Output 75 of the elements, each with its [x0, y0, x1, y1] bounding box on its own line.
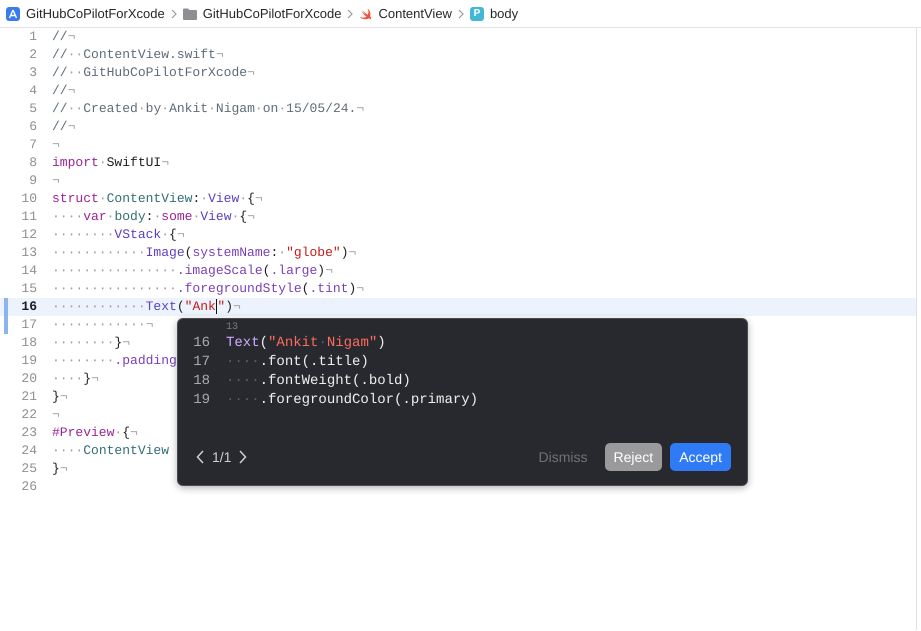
code-line: //··GitHubCoPilotForXcode¬ — [52, 64, 255, 82]
code-line: ····var·body:·some·View·{¬ — [52, 208, 255, 226]
chevron-icon — [347, 8, 354, 18]
code-line: ········}¬ — [52, 334, 130, 352]
line-number: 17 — [21, 317, 37, 332]
line-hint: 13 — [226, 322, 240, 334]
line-number: 8 — [29, 155, 37, 170]
line-number: 22 — [21, 407, 37, 422]
code-line: ····.fontWeight(.bold) — [226, 372, 411, 391]
line-number: 9 — [29, 173, 37, 188]
line-number: 4 — [29, 83, 37, 98]
code-line: }¬ — [52, 460, 68, 478]
code-line: ········VStack·{¬ — [52, 226, 185, 244]
line-number: 21 — [21, 389, 37, 404]
code-line: //¬ — [52, 118, 76, 136]
code-line: //··ContentView.swift¬ — [52, 46, 224, 64]
breadcrumb-item[interactable]: ContentView — [378, 4, 452, 24]
line-number: 13 — [21, 245, 37, 260]
line-number: 24 — [21, 443, 37, 458]
breadcrumb-item[interactable]: body — [490, 4, 518, 24]
app-icon — [6, 6, 20, 20]
line-number: 12 — [21, 227, 37, 242]
line-number: 26 — [21, 479, 37, 494]
line-number: 5 — [29, 101, 37, 116]
code-line: ¬ — [52, 136, 60, 154]
code-line: ····ContentView — [52, 442, 170, 460]
code-line: //¬ — [52, 82, 76, 100]
line-number: 17 — [192, 353, 210, 372]
line-number: 20 — [21, 371, 37, 386]
code-line: Text("Ankit·Nigam") — [226, 334, 386, 353]
code-line: ¬ — [52, 172, 60, 190]
chevron-icon — [170, 8, 177, 18]
code-line: //¬ — [52, 28, 76, 46]
code-line: ¬ — [52, 406, 60, 424]
code-line: //··Created·by·Ankit·Nigam·on·15/05/24.¬ — [52, 100, 364, 118]
line-number: 7 — [29, 137, 37, 152]
line-number: 16 — [192, 334, 210, 353]
line-number: 25 — [21, 461, 37, 476]
property-icon: P — [470, 6, 484, 20]
line-number: 11 — [21, 209, 37, 224]
code-line: import·SwiftUI¬ — [52, 154, 170, 172]
line-number: 18 — [21, 335, 37, 350]
breadcrumb-item[interactable]: GitHubCoPilotForXcode — [202, 4, 342, 24]
line-number: 10 — [21, 191, 37, 206]
code-line: struct·ContentView:·View·{¬ — [52, 190, 263, 208]
code-line: #Preview·{¬ — [52, 424, 138, 442]
line-number: 19 — [192, 391, 210, 410]
line-number: 14 — [21, 263, 37, 278]
breadcrumb-item[interactable]: GitHubCoPilotForXcode — [26, 4, 165, 24]
code-line: ············Image(systemName:·"globe")¬ — [52, 244, 356, 262]
code-line: }¬ — [52, 388, 68, 406]
code-line: ········.padding — [52, 352, 177, 370]
swift-icon — [359, 8, 372, 20]
previous-icon[interactable] — [196, 450, 204, 464]
line-number: 23 — [21, 425, 37, 440]
line-number: 18 — [192, 372, 210, 391]
folder-icon — [182, 8, 197, 20]
line-number: 16 — [21, 299, 37, 314]
code-line: ················.foregroundStyle(.tint)¬ — [52, 280, 364, 298]
code-line: ····}¬ — [52, 370, 99, 388]
code-line: ············¬ — [52, 316, 154, 334]
line-number: 19 — [21, 353, 37, 368]
code-line: ····.font(.title) — [226, 353, 369, 372]
chevron-icon — [458, 8, 464, 18]
line-number: 2 — [29, 47, 37, 62]
code-line: ················.imageScale(.large)¬ — [52, 262, 333, 280]
accept-button[interactable]: Accept — [670, 443, 731, 471]
line-number: 6 — [29, 119, 37, 134]
suggestion-counter: 1/1 — [212, 448, 232, 466]
line-number: 3 — [29, 65, 37, 80]
line-number: 15 — [21, 281, 37, 296]
next-icon[interactable] — [239, 450, 248, 464]
line-number: 1 — [29, 29, 37, 44]
code-line: ····.foregroundColor(.primary) — [226, 391, 478, 410]
code-line: ············Text("Ank")¬ — [52, 298, 241, 316]
